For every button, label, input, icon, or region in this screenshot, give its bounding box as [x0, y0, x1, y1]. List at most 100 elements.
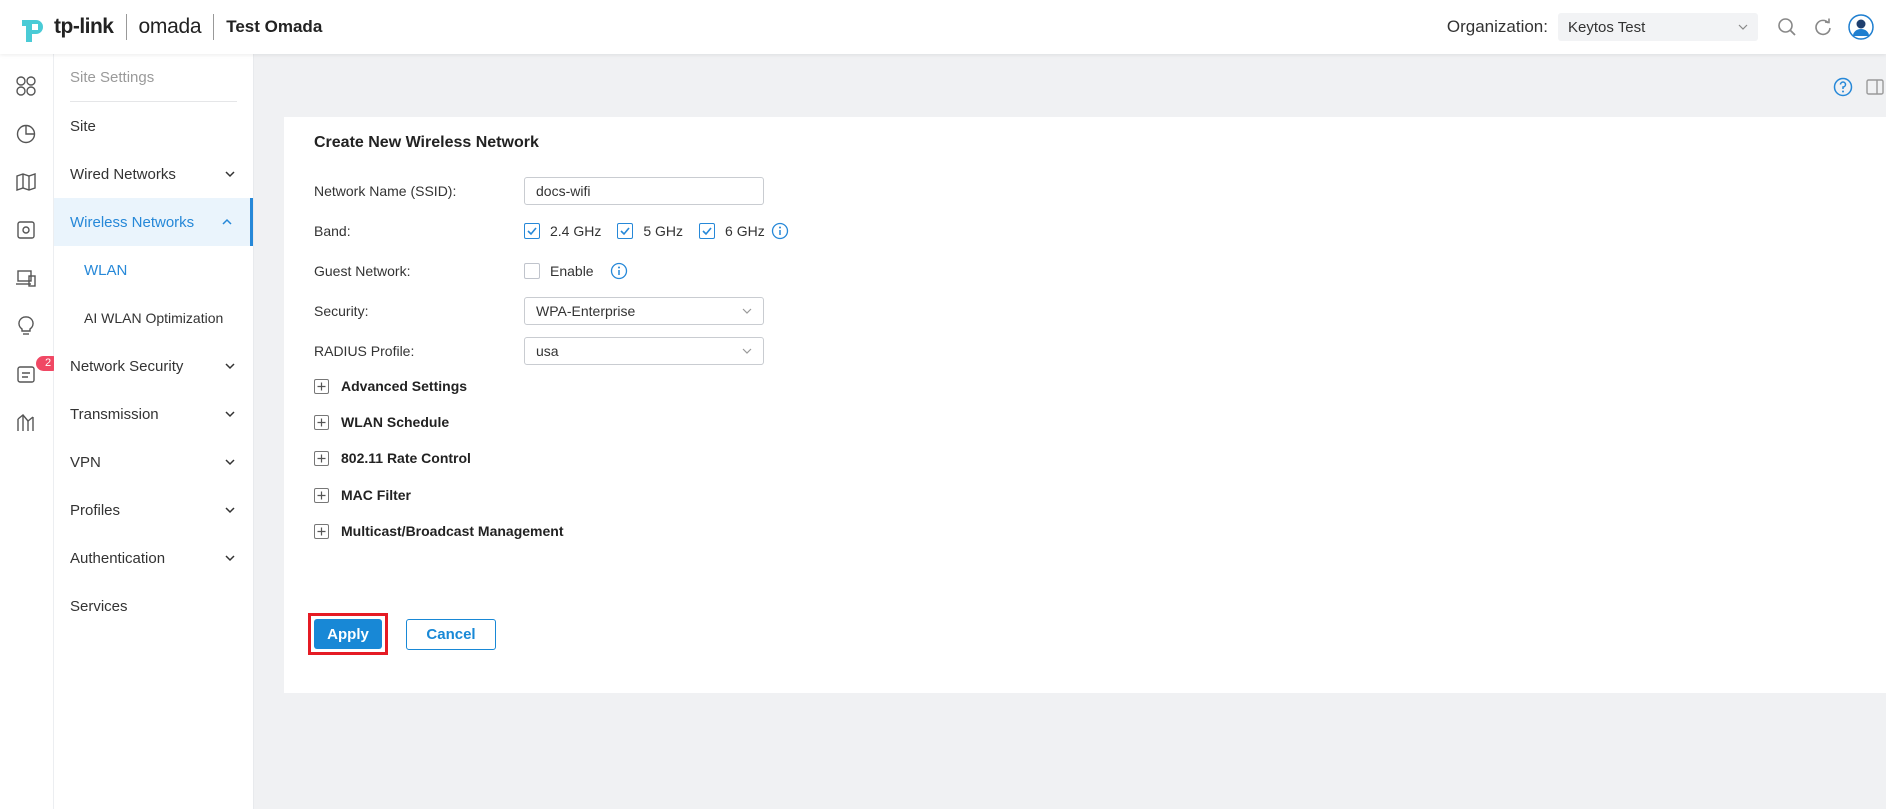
menu-item-network-security[interactable]: Network Security	[54, 342, 253, 390]
menu-item-label: Services	[70, 597, 128, 615]
create-wlan-card: Create New Wireless Network Network Name…	[284, 117, 1886, 693]
reports-icon[interactable]	[14, 410, 38, 434]
panel-toggle-icon[interactable]	[1864, 76, 1886, 98]
menu-item-label: Transmission	[70, 405, 159, 423]
ssid-input[interactable]: docs-wifi	[524, 177, 764, 205]
guest-network-row: Guest Network: Enable	[314, 256, 628, 286]
menu-item-site[interactable]: Site	[54, 102, 253, 150]
section-label: 802.11 Rate Control	[341, 450, 471, 466]
chevron-down-icon	[742, 303, 752, 319]
menu-item-ai-wlan-optimization[interactable]: AI WLAN Optimization	[54, 294, 253, 342]
guest-info-icon[interactable]	[610, 262, 628, 280]
wlan-schedule-section[interactable]: WLAN Schedule	[314, 412, 449, 432]
security-select[interactable]: WPA-Enterprise	[524, 297, 764, 325]
band-label: Band:	[314, 223, 351, 239]
menu-item-label: Authentication	[70, 549, 166, 567]
chevron-down-icon	[223, 551, 237, 565]
expand-plus-icon	[314, 450, 329, 466]
guest-enable-label: Enable	[550, 263, 594, 279]
menu-item-label: Site	[70, 117, 96, 135]
organization-select[interactable]: Keytos Test	[1558, 13, 1758, 41]
chevron-down-icon	[223, 407, 237, 421]
apply-button[interactable]: Apply	[314, 619, 382, 649]
user-avatar-icon[interactable]	[1848, 14, 1874, 40]
menu-item-wlan[interactable]: WLAN	[54, 246, 253, 294]
band-row: Band: 2.4 GHz 5 GHz 6 GHz	[314, 216, 789, 246]
search-icon[interactable]	[1776, 16, 1798, 38]
menu-item-authentication[interactable]: Authentication	[54, 534, 253, 582]
section-label: Advanced Settings	[341, 378, 468, 394]
refresh-icon[interactable]	[1812, 16, 1834, 38]
organization-label: Organization:	[1446, 17, 1548, 36]
band-24ghz-checkbox[interactable]: 2.4 GHz	[524, 223, 601, 239]
menu-item-label: Profiles	[70, 501, 121, 519]
page-title: Create New Wireless Network	[314, 134, 539, 151]
menu-item-wireless-networks[interactable]: Wireless Networks	[54, 198, 253, 246]
tp-link-logo[interactable]: tp-link omada	[18, 0, 202, 54]
band-info-icon[interactable]	[771, 222, 789, 240]
cancel-button[interactable]: Cancel	[406, 619, 496, 650]
menu-item-label: Wired Networks	[70, 165, 176, 183]
insights-icon[interactable]	[14, 314, 38, 338]
checkbox-checked-icon	[617, 223, 634, 239]
icon-rail: 2	[0, 54, 60, 809]
menu-item-label: WLAN	[84, 261, 128, 279]
checkbox-unchecked-icon	[524, 263, 540, 279]
help-icon[interactable]	[1832, 76, 1854, 98]
menu-item-vpn[interactable]: VPN	[54, 438, 253, 486]
top-header: tp-link omada Test Omada Organization: K…	[0, 0, 1886, 54]
menu-item-label: AI WLAN Optimization	[84, 310, 224, 326]
header-actions: Organization: Keytos Test	[1447, 0, 1886, 54]
radius-profile-select[interactable]: usa	[524, 337, 764, 365]
apply-highlight-box: Apply	[308, 613, 388, 655]
rate-control-section[interactable]: 802.11 Rate Control	[314, 448, 471, 468]
ssid-value: docs-wifi	[536, 183, 591, 199]
menu-item-wired-networks[interactable]: Wired Networks	[54, 150, 253, 198]
devices-icon[interactable]	[14, 218, 38, 242]
menu-item-label: Network Security	[70, 357, 184, 375]
menu-item-label: Wireless Networks	[70, 213, 195, 231]
section-label: Multicast/Broadcast Management	[341, 523, 564, 539]
expand-plus-icon	[314, 378, 329, 394]
guest-network-label: Guest Network:	[314, 263, 411, 279]
chevron-up-icon	[220, 215, 234, 229]
guest-enable-checkbox[interactable]: Enable	[524, 263, 594, 279]
mac-filter-section[interactable]: MAC Filter	[314, 485, 411, 505]
expand-plus-icon	[314, 523, 329, 539]
menu-item-transmission[interactable]: Transmission	[54, 390, 253, 438]
clients-icon[interactable]	[14, 266, 38, 290]
map-icon[interactable]	[14, 170, 38, 194]
band-6ghz-checkbox[interactable]: 6 GHz	[699, 223, 765, 239]
menu-heading: Site Settings	[70, 54, 237, 102]
checkbox-checked-icon	[524, 223, 540, 239]
page-tools	[1832, 76, 1886, 98]
band-6ghz-label: 6 GHz	[725, 223, 765, 239]
section-label: WLAN Schedule	[341, 414, 450, 430]
band-24ghz-label: 2.4 GHz	[550, 223, 602, 239]
radius-profile-value: usa	[536, 343, 559, 359]
menu-item-profiles[interactable]: Profiles	[54, 486, 253, 534]
tp-link-brand: tp-link	[54, 15, 114, 38]
tp-link-mark-icon	[18, 10, 52, 44]
security-value: WPA-Enterprise	[536, 303, 636, 319]
omada-brand: omada	[138, 15, 202, 38]
chevron-down-icon	[223, 503, 237, 517]
settings-menu: Site Settings Site Wired Networks Wirele…	[54, 54, 254, 809]
site-title: Test Omada	[213, 14, 322, 40]
security-row: Security: WPA-Enterprise	[314, 296, 764, 326]
expand-plus-icon	[314, 487, 329, 503]
section-label: MAC Filter	[341, 487, 411, 503]
chevron-down-icon	[1738, 19, 1748, 36]
advanced-settings-section[interactable]: Advanced Settings	[314, 376, 467, 396]
logs-icon[interactable]: 2	[14, 356, 60, 386]
radius-profile-row: RADIUS Profile: usa	[314, 336, 764, 366]
multicast-section[interactable]: Multicast/Broadcast Management	[314, 521, 564, 541]
radius-profile-label: RADIUS Profile:	[314, 343, 415, 359]
ssid-row: Network Name (SSID): docs-wifi	[314, 176, 764, 206]
menu-item-services[interactable]: Services	[54, 582, 253, 630]
security-label: Security:	[314, 303, 369, 319]
statistics-icon[interactable]	[14, 122, 38, 146]
logo-divider	[125, 14, 127, 40]
dashboard-icon[interactable]	[14, 74, 38, 98]
band-5ghz-checkbox[interactable]: 5 GHz	[617, 223, 683, 239]
